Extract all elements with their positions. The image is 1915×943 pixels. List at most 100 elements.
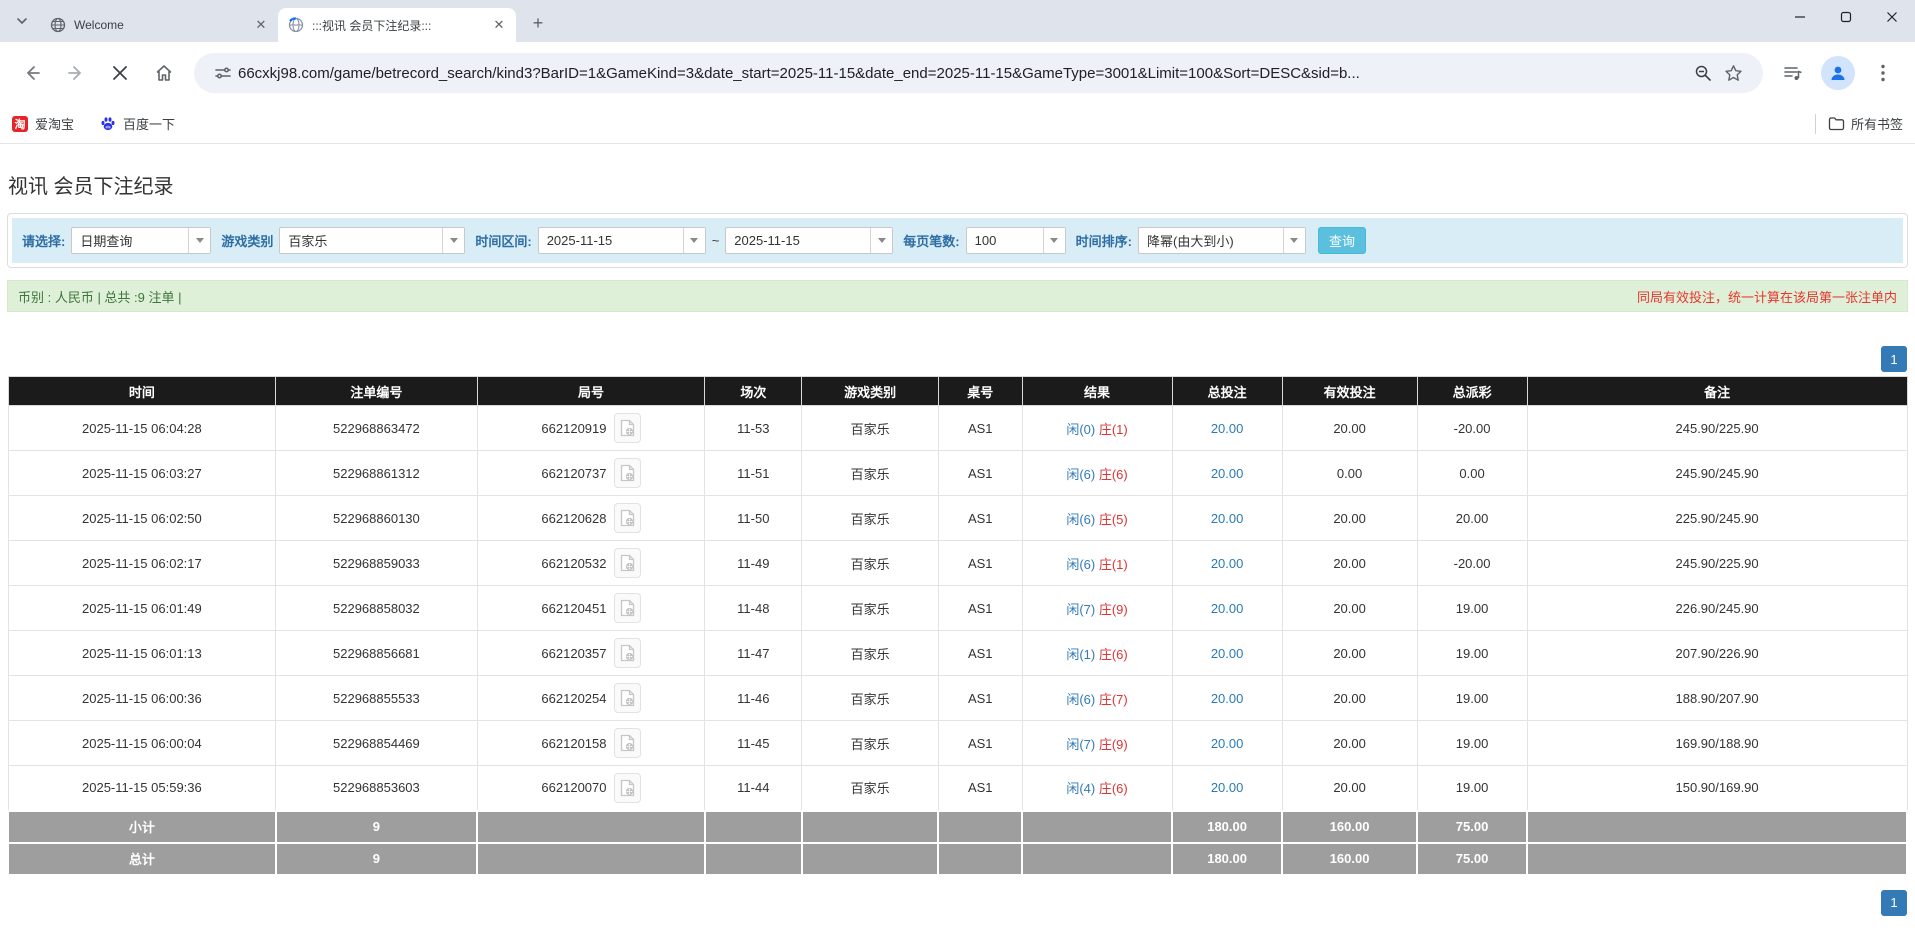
back-button[interactable] <box>12 53 52 93</box>
video-replay-button[interactable] <box>614 683 641 713</box>
site-settings-tune-icon[interactable] <box>214 64 232 82</box>
new-tab-button[interactable]: + <box>524 9 552 37</box>
cell-bet-id: 522968859033 <box>276 541 477 586</box>
column-header: 总派彩 <box>1417 377 1527 406</box>
chevron-down-icon[interactable] <box>870 228 892 253</box>
date-end-select[interactable]: 2025-11-15 <box>725 227 893 254</box>
video-replay-button[interactable] <box>614 728 641 758</box>
total-bet-link[interactable]: 20.00 <box>1211 646 1244 661</box>
cell-payout: -20.00 <box>1417 406 1527 451</box>
stop-loading-button[interactable] <box>100 53 140 93</box>
minimize-button[interactable] <box>1777 0 1823 34</box>
tab-betrecord[interactable]: :::视讯 会员下注纪录::: ✕ <box>278 8 516 42</box>
cell-session: 11-49 <box>705 541 802 586</box>
page-1-button[interactable]: 1 <box>1881 346 1907 372</box>
game-kind-select[interactable]: 百家乐 <box>279 227 465 254</box>
video-replay-button[interactable] <box>614 503 641 533</box>
table-row: 2025-11-15 06:00:04522968854469662120158… <box>8 721 1907 766</box>
per-page-select[interactable]: 100 <box>966 227 1066 254</box>
table-row: 2025-11-15 06:01:13522968856681662120357… <box>8 631 1907 676</box>
date-start-select[interactable]: 2025-11-15 <box>538 227 706 254</box>
cell-session: 11-51 <box>705 451 802 496</box>
column-header: 注单编号 <box>276 377 477 406</box>
tab-welcome[interactable]: Welcome ✕ <box>40 8 278 42</box>
video-replay-button[interactable] <box>614 638 641 668</box>
chevron-down-icon[interactable] <box>683 228 705 253</box>
result-banker: 庄(6) <box>1099 647 1128 662</box>
total-bet-link[interactable]: 20.00 <box>1211 691 1244 706</box>
chevron-down-icon[interactable] <box>1043 228 1065 253</box>
url-text[interactable]: 66cxkj98.com/game/betrecord_search/kind3… <box>238 65 1688 82</box>
chevron-down-icon[interactable] <box>188 228 210 253</box>
page-1-button[interactable]: 1 <box>1881 890 1907 916</box>
bookmark-baidu[interactable]: 百度一下 <box>100 114 175 133</box>
video-replay-button[interactable] <box>614 413 641 443</box>
result-banker: 庄(1) <box>1099 557 1128 572</box>
total-bet-link[interactable]: 20.00 <box>1211 601 1244 616</box>
bookmark-label: 爱淘宝 <box>35 114 74 133</box>
result-player: 闲(1) <box>1066 647 1095 662</box>
column-header: 有效投注 <box>1282 377 1417 406</box>
cell-result: 闲(0) 庄(1) <box>1022 406 1172 451</box>
table-row: 2025-11-15 06:00:36522968855533662120254… <box>8 676 1907 721</box>
column-header: 总投注 <box>1172 377 1282 406</box>
total-bet-link[interactable]: 20.00 <box>1211 556 1244 571</box>
video-replay-button[interactable] <box>614 458 641 488</box>
all-bookmarks-button[interactable]: 所有书签 <box>1828 114 1903 133</box>
browser-menu-icon[interactable] <box>1863 53 1903 93</box>
cell-bet-id: 522968861312 <box>276 451 477 496</box>
maximize-button[interactable] <box>1823 0 1869 34</box>
chevron-down-icon[interactable] <box>1283 228 1305 253</box>
media-controls-icon[interactable] <box>1773 53 1813 93</box>
total-bet-link[interactable]: 20.00 <box>1211 466 1244 481</box>
tab-close-icon[interactable]: ✕ <box>252 16 270 34</box>
cell-valid-bet: 20.00 <box>1282 496 1417 541</box>
cell-payout: 20.00 <box>1417 496 1527 541</box>
result-player: 闲(7) <box>1066 602 1095 617</box>
video-replay-button[interactable] <box>614 548 641 578</box>
cell-game-type: 百家乐 <box>802 676 939 721</box>
chevron-down-icon[interactable] <box>442 228 464 253</box>
cell-empty <box>938 843 1022 875</box>
cell-remark: 207.90/226.90 <box>1527 631 1907 676</box>
cell-total-bet: 180.00 <box>1172 843 1282 875</box>
cell-round: 662120070 <box>477 766 705 811</box>
result-player: 闲(6) <box>1066 692 1095 707</box>
cell-remark: 150.90/169.90 <box>1527 766 1907 811</box>
close-button[interactable] <box>1869 0 1915 34</box>
sort-label: 时间排序: <box>1076 231 1132 250</box>
tab-search-button[interactable] <box>8 7 36 35</box>
cell-table-number: AS1 <box>938 586 1022 631</box>
query-type-select[interactable]: 日期查询 <box>71 227 211 254</box>
per-page-label: 每页笔数: <box>903 231 959 250</box>
sort-select[interactable]: 降幂(由大到小) <box>1138 227 1306 254</box>
cell-table-number: AS1 <box>938 451 1022 496</box>
profile-avatar[interactable] <box>1821 56 1855 90</box>
video-replay-button[interactable] <box>614 593 641 623</box>
video-replay-button[interactable] <box>614 773 641 803</box>
forward-button[interactable] <box>56 53 96 93</box>
status-bar: 币别 : 人民币 | 总共 :9 注单 | 同局有效投注，统一计算在该局第一张注… <box>7 280 1908 312</box>
total-bet-link[interactable]: 20.00 <box>1211 736 1244 751</box>
cell-payout: 0.00 <box>1417 451 1527 496</box>
home-button[interactable] <box>144 53 184 93</box>
cell-round: 662120158 <box>477 721 705 766</box>
search-button[interactable]: 查询 <box>1318 227 1366 254</box>
url-bar[interactable]: 66cxkj98.com/game/betrecord_search/kind3… <box>194 53 1763 93</box>
cell-remark: 245.90/225.90 <box>1527 406 1907 451</box>
cell-round: 662120451 <box>477 586 705 631</box>
total-bet-link[interactable]: 20.00 <box>1211 421 1244 436</box>
zoom-out-icon[interactable] <box>1694 64 1712 82</box>
cell-round: 662120532 <box>477 541 705 586</box>
total-bet-link[interactable]: 20.00 <box>1211 511 1244 526</box>
round-number: 662120070 <box>541 780 606 795</box>
cell-total-bet: 20.00 <box>1172 676 1282 721</box>
table-row: 2025-11-15 06:03:27522968861312662120737… <box>8 451 1907 496</box>
bookmark-star-icon[interactable] <box>1724 64 1743 83</box>
tab-close-icon[interactable]: ✕ <box>490 16 508 34</box>
total-bet-link[interactable]: 20.00 <box>1211 780 1244 795</box>
bookmark-aitaobao[interactable]: 淘 爱淘宝 <box>12 114 74 133</box>
cell-bet-id: 522968863472 <box>276 406 477 451</box>
table-row: 2025-11-15 05:59:36522968853603662120070… <box>8 766 1907 811</box>
result-player: 闲(6) <box>1066 467 1095 482</box>
